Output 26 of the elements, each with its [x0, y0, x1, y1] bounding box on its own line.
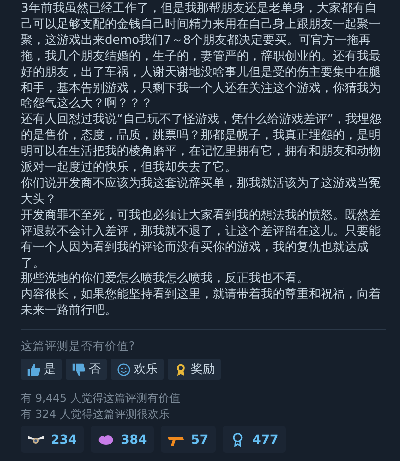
review-paragraph: 内容很长，如果您能坚持看到这里，就请带着我的尊重和祝福，向着未来一路前行吧。 [21, 287, 382, 320]
smiley-icon [117, 362, 131, 377]
award-count: 234 [51, 432, 78, 448]
yes-vote-button[interactable]: 是 [21, 359, 62, 380]
award-vote-button[interactable]: 奖励 [168, 359, 221, 380]
review-paragraph: 还有人回怼过我说“自己玩不了怪游戏，凭什么给游戏差评”，我埋怨的是售价，态度，品质，跳票吗？那都是幌子，我真正埋怨的，是明明可以在生活把我的棱角磨平，在记忆里拥有它，拥有和朋友和动物派对一起度过的快乐，但我却失去了它。 [21, 112, 383, 176]
review-paragraph: 那些洗地的你们爱怎么喷我怎么喷我，反正我也不看。 [21, 271, 310, 288]
blob-icon [97, 432, 116, 447]
award-count: 57 [191, 432, 209, 448]
vote-count-text: 有 324 人觉得这篇评测很欢乐 [21, 407, 171, 424]
helpful-prompt: 这篇评测是否有价值? [21, 338, 136, 354]
thumbs-up-icon [27, 362, 41, 377]
award-count: 477 [252, 432, 279, 448]
award-pill[interactable]: 234 [21, 426, 84, 454]
thumbs-down-icon [72, 362, 86, 377]
award-pill[interactable]: 57 [161, 426, 216, 454]
review-paragraph: 3年前我虽然已经工作了，但是我那帮朋友还是老单身，大家都有自己可以足够支配的金钱自己时间精力来用在自己身上跟朋友一起聚一聚，这游戏出来demo我们7～8个朋友都决定要买。可官方一拖再拖，我几个朋友结婚的，生子的，妻管严的，辞职创业的。还有我最好的朋友，出了车祸，人谢天谢地没啥事儿但是受的伤主要集中在腿和手，基本告别游戏，只剩下我一个人还在关注这个游戏，你猜我为啥怨气这么大？啊？？？ [21, 1, 382, 112]
award-ribbon-icon [174, 362, 188, 377]
no-vote-button[interactable]: 否 [66, 359, 107, 380]
review-paragraph: 开发商罪不至死，可我也必须让大家看到我的想法我的愤怒。既然差评退款不会计入差评，那我就不退了，让这个差评留在这儿。只要能有一个人因为看到我的评论而没有买你的游戏，我的复仇也就达成了。 [21, 208, 382, 272]
vote-count-text: 有 9,445 人觉得这篇评测有价值 [21, 391, 182, 408]
award-count: 384 [121, 432, 148, 448]
funny-vote-button[interactable]: 欢乐 [111, 359, 164, 380]
award-pill[interactable]: 477 [222, 426, 286, 454]
review-paragraph: 你们说开发商不应该为我这套说辞买单，那我就活该为了这游戏当冤大头？ [21, 176, 382, 208]
award-pill[interactable]: 384 [91, 426, 154, 454]
